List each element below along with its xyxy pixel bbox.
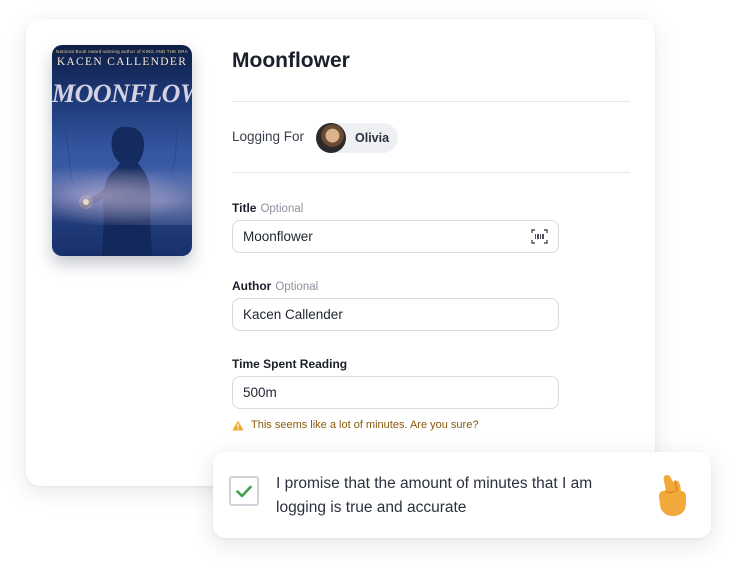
child-silhouette-illustration — [61, 114, 183, 256]
divider — [232, 172, 630, 173]
optional-label: Optional — [275, 281, 319, 293]
title-label: Title — [232, 201, 257, 215]
barcode-scan-icon[interactable] — [531, 229, 548, 244]
user-chip[interactable]: Olivia — [316, 123, 398, 153]
time-label: Time Spent Reading — [232, 357, 348, 371]
promise-panel: I promise that the amount of minutes tha… — [213, 452, 711, 538]
promise-text: I promise that the amount of minutes tha… — [276, 475, 593, 516]
warning-icon — [232, 420, 244, 430]
divider — [232, 101, 630, 102]
time-warning: This seems like a lot of minutes. Are yo… — [232, 419, 478, 431]
user-name: Olivia — [355, 131, 390, 145]
cover-author: KACEN CALLENDER — [56, 56, 188, 68]
author-field-label: Author Optional — [232, 279, 318, 293]
logging-for-label: Logging For — [232, 129, 305, 144]
check-icon — [236, 485, 252, 497]
title-input-value: Moonflower — [243, 229, 313, 244]
avatar — [316, 123, 346, 153]
time-input-value: 500m — [243, 385, 277, 400]
log-reading-card: National Book Award-winning author of KI… — [26, 19, 655, 486]
optional-label: Optional — [260, 203, 304, 215]
book-cover-image: National Book Award-winning author of KI… — [52, 45, 192, 256]
promise-checkbox[interactable] — [229, 476, 259, 506]
warning-text: This seems like a lot of minutes. Are yo… — [251, 419, 479, 431]
author-input-value: Kacen Callender — [243, 307, 343, 322]
author-input[interactable]: Kacen Callender — [232, 298, 559, 331]
time-input[interactable]: 500m — [232, 376, 559, 409]
crossed-fingers-hand-icon — [659, 475, 686, 516]
cover-tagline: National Book Award-winning author of KI… — [56, 49, 188, 54]
title-input[interactable]: Moonflower — [232, 220, 559, 253]
time-field-label: Time Spent Reading — [232, 357, 347, 371]
title-field-label: Title Optional — [232, 201, 303, 215]
author-label: Author — [232, 279, 272, 293]
page-title: Moonflower — [232, 49, 350, 72]
